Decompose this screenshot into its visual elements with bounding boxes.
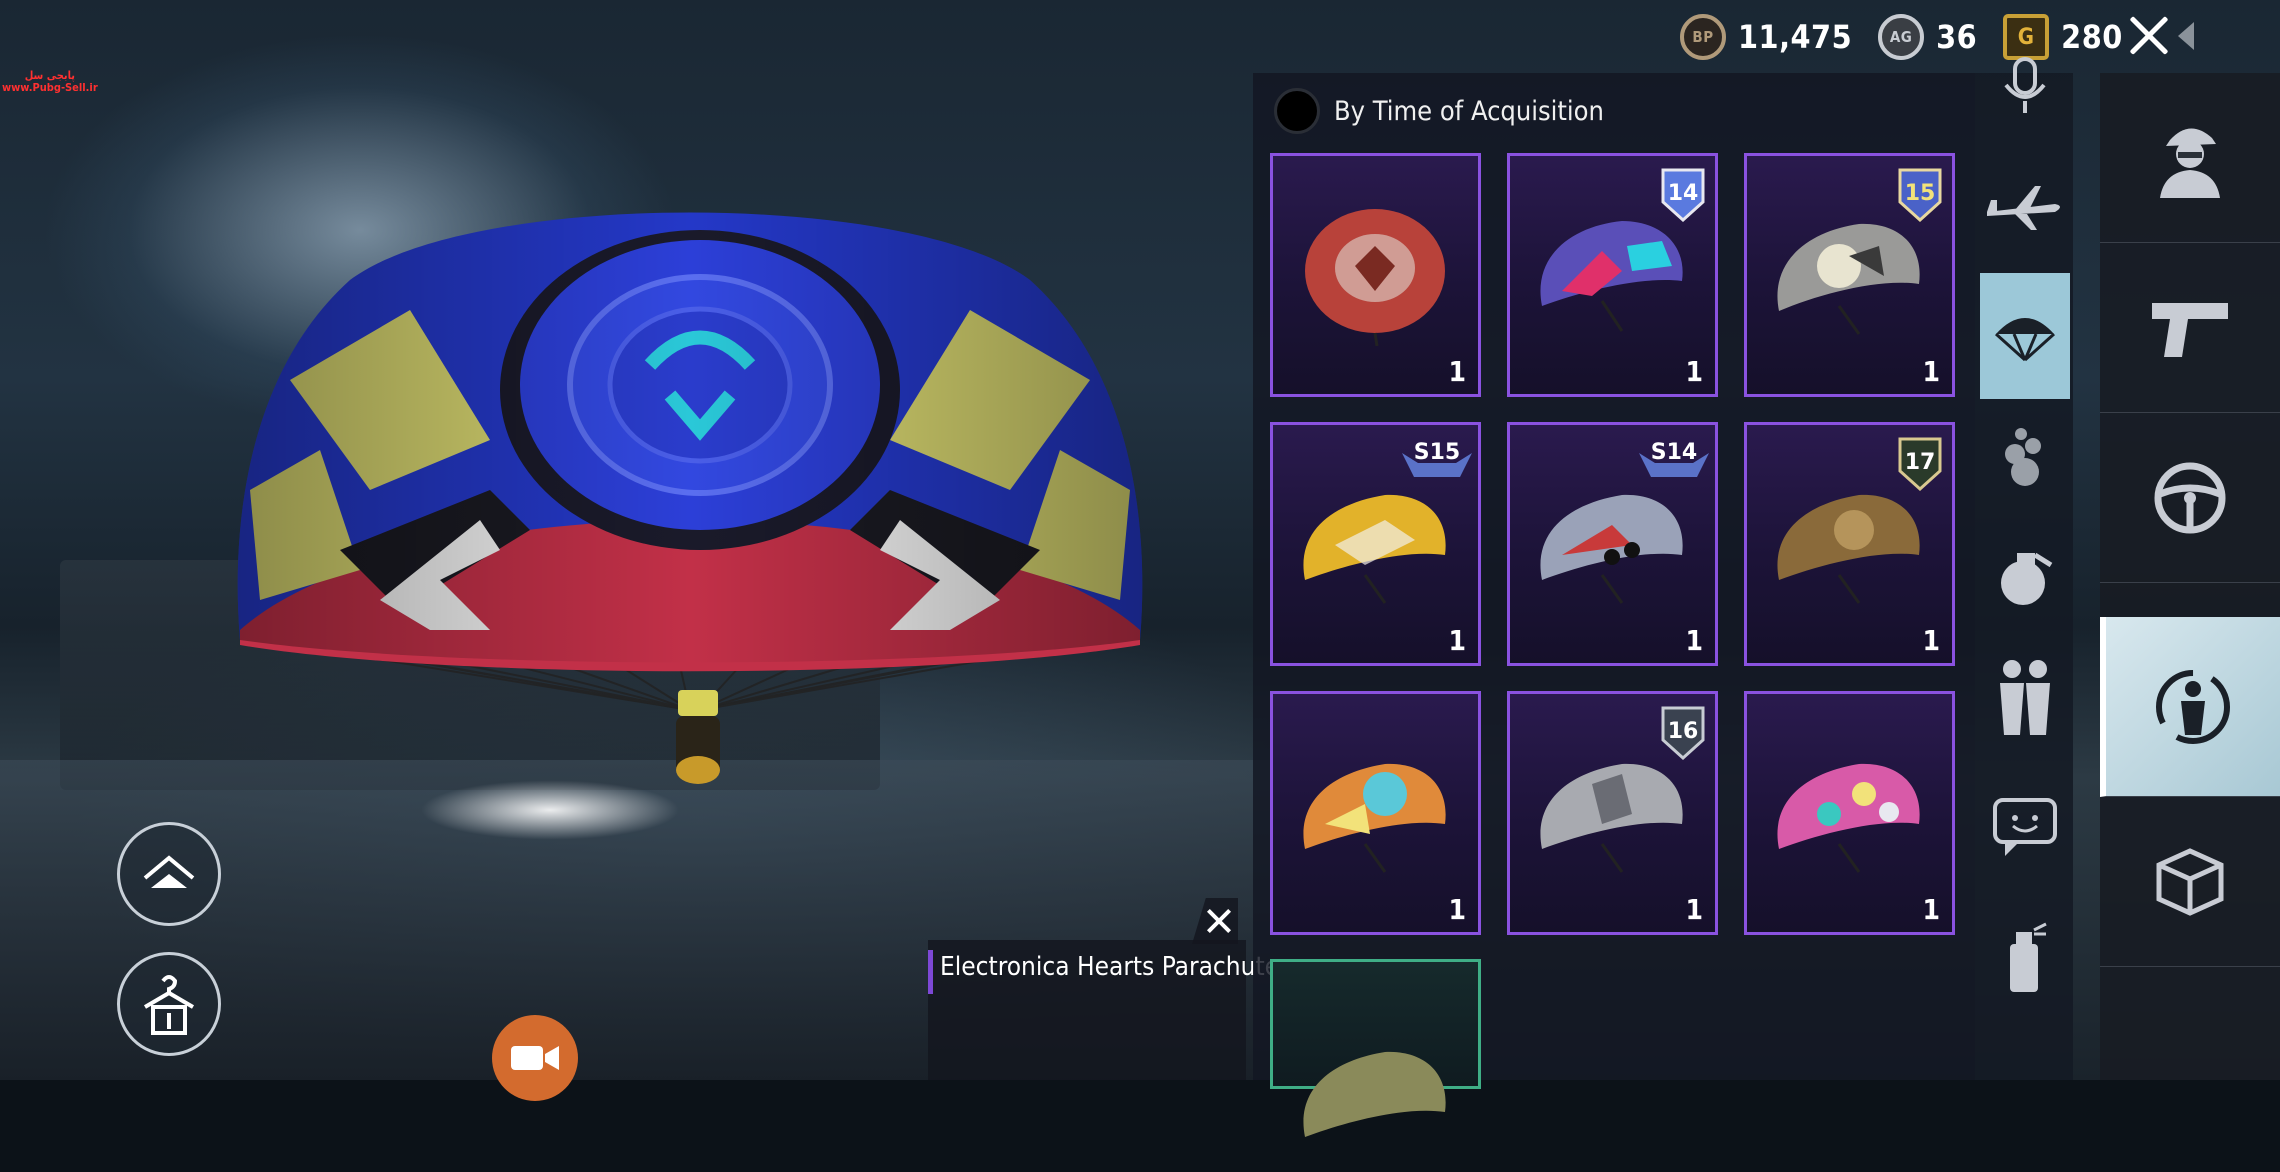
chat-bubble-icon: [1993, 798, 2057, 856]
camera-icon: [511, 1046, 559, 1070]
tooltip-item-name: Electronica Hearts Parachute: [940, 952, 1280, 982]
friends-icon: [2000, 660, 2050, 735]
category-parachute[interactable]: [1980, 273, 2070, 399]
parachute-icon: [1994, 318, 2056, 362]
parachute-icon: [1303, 1051, 1446, 1137]
season-badge-label: 16: [1668, 719, 1699, 744]
season-badge-label: 15: [1905, 181, 1936, 206]
parachute-icon: [1540, 494, 1683, 604]
item-card[interactable]: 1: [1270, 153, 1481, 397]
sort-radio-icon[interactable]: [1274, 88, 1320, 134]
bp-amount: 11,475: [1738, 18, 1853, 56]
box-icon: [2156, 847, 2224, 916]
item-card[interactable]: 15 1: [1744, 153, 1955, 397]
parachute-preview: [237, 212, 1143, 784]
category-spray[interactable]: [1980, 913, 2070, 1001]
season-badge-s14: S14: [1639, 440, 1709, 477]
item-card[interactable]: 16 1: [1507, 691, 1718, 935]
nav-crates[interactable]: [2100, 797, 2280, 967]
season-badge-15: 15: [1898, 168, 1942, 222]
season-badge-14: 14: [1661, 168, 1705, 222]
item-quantity: 1: [1448, 893, 1466, 926]
airplane-icon: [1987, 186, 2060, 230]
parachute-icon: [1303, 494, 1446, 604]
watermark: پابجی سل www.Pubg-Sell.ir: [2, 69, 98, 94]
parachute-icon: [1305, 209, 1445, 346]
expand-up-button[interactable]: [117, 822, 221, 926]
item-quantity: 1: [1922, 624, 1940, 657]
category-rail: [1975, 57, 2073, 1080]
pistol-icon: [2152, 302, 2228, 357]
item-quantity: 1: [1685, 624, 1703, 657]
close-button[interactable]: [2118, 6, 2178, 66]
wardrobe-button[interactable]: [117, 952, 221, 1056]
season-badge-label: 14: [1668, 181, 1699, 206]
season-badge-s15: S15: [1402, 440, 1472, 477]
ag-amount: 36: [1936, 18, 1978, 56]
category-plane[interactable]: [1980, 163, 2070, 251]
item-card[interactable]: 14 1: [1507, 153, 1718, 397]
category-grenade[interactable]: [1980, 533, 2070, 621]
item-card[interactable]: S14 1: [1507, 422, 1718, 666]
hanger-icon: [143, 975, 195, 1035]
nav-accessories[interactable]: [2100, 617, 2280, 797]
sort-toggle[interactable]: By Time of Acquisition: [1274, 88, 1604, 134]
parachute-icon: [1303, 763, 1446, 873]
nav-outfit[interactable]: [2100, 73, 2280, 243]
item-card[interactable]: 1: [1744, 691, 1955, 935]
item-quantity: 1: [1448, 624, 1466, 657]
item-quantity: 1: [1448, 355, 1466, 388]
item-card[interactable]: [1270, 959, 1481, 1137]
nav-weapons[interactable]: [2100, 243, 2280, 413]
item-card[interactable]: 17 1: [1744, 422, 1955, 666]
ag-balance: AG 36: [1878, 14, 1977, 60]
tooltip-accent-bar: [928, 950, 933, 994]
category-chat[interactable]: [1980, 783, 2070, 871]
record-video-button[interactable]: [492, 1015, 578, 1101]
sort-label: By Time of Acquisition: [1334, 95, 1604, 127]
bp-coin-icon: BP: [1680, 14, 1726, 60]
nav-vehicles[interactable]: [2100, 413, 2280, 583]
ag-coin-icon: AG: [1878, 14, 1925, 60]
season-badge-label: S15: [1414, 440, 1460, 465]
main-category-nav: [2100, 73, 2280, 1080]
steering-wheel-icon: [2154, 462, 2226, 533]
collapse-arrow-icon[interactable]: [2178, 22, 2194, 50]
item-tooltip: Electronica Hearts Parachute: [928, 940, 1279, 1080]
season-badge-label: 17: [1905, 450, 1936, 475]
parachute-icon: [1777, 763, 1920, 873]
item-quantity: 1: [1922, 355, 1940, 388]
microphone-icon: [2004, 57, 2046, 113]
bp-balance: BP 11,475: [1680, 14, 1852, 60]
smoke-icon: [2005, 428, 2041, 486]
category-emote[interactable]: [1980, 653, 2070, 741]
item-card[interactable]: S15 1: [1270, 422, 1481, 666]
spray-can-icon: [2010, 922, 2047, 992]
chevron-up-icon: [143, 855, 195, 888]
character-icon: [2160, 127, 2220, 198]
parachutist-icon: [2156, 669, 2230, 744]
uc-amount: 280: [2061, 18, 2123, 56]
category-smoke[interactable]: [1980, 413, 2070, 501]
item-quantity: 1: [1685, 355, 1703, 388]
season-badge-16: 16: [1661, 706, 1705, 760]
season-badge-17: 17: [1898, 437, 1942, 491]
item-card[interactable]: 1: [1270, 691, 1481, 935]
season-badge-label: S14: [1651, 440, 1697, 465]
item-quantity: 1: [1922, 893, 1940, 926]
item-quantity: 1: [1685, 893, 1703, 926]
category-voice[interactable]: [1980, 43, 2070, 131]
grenade-icon: [2001, 552, 2053, 605]
